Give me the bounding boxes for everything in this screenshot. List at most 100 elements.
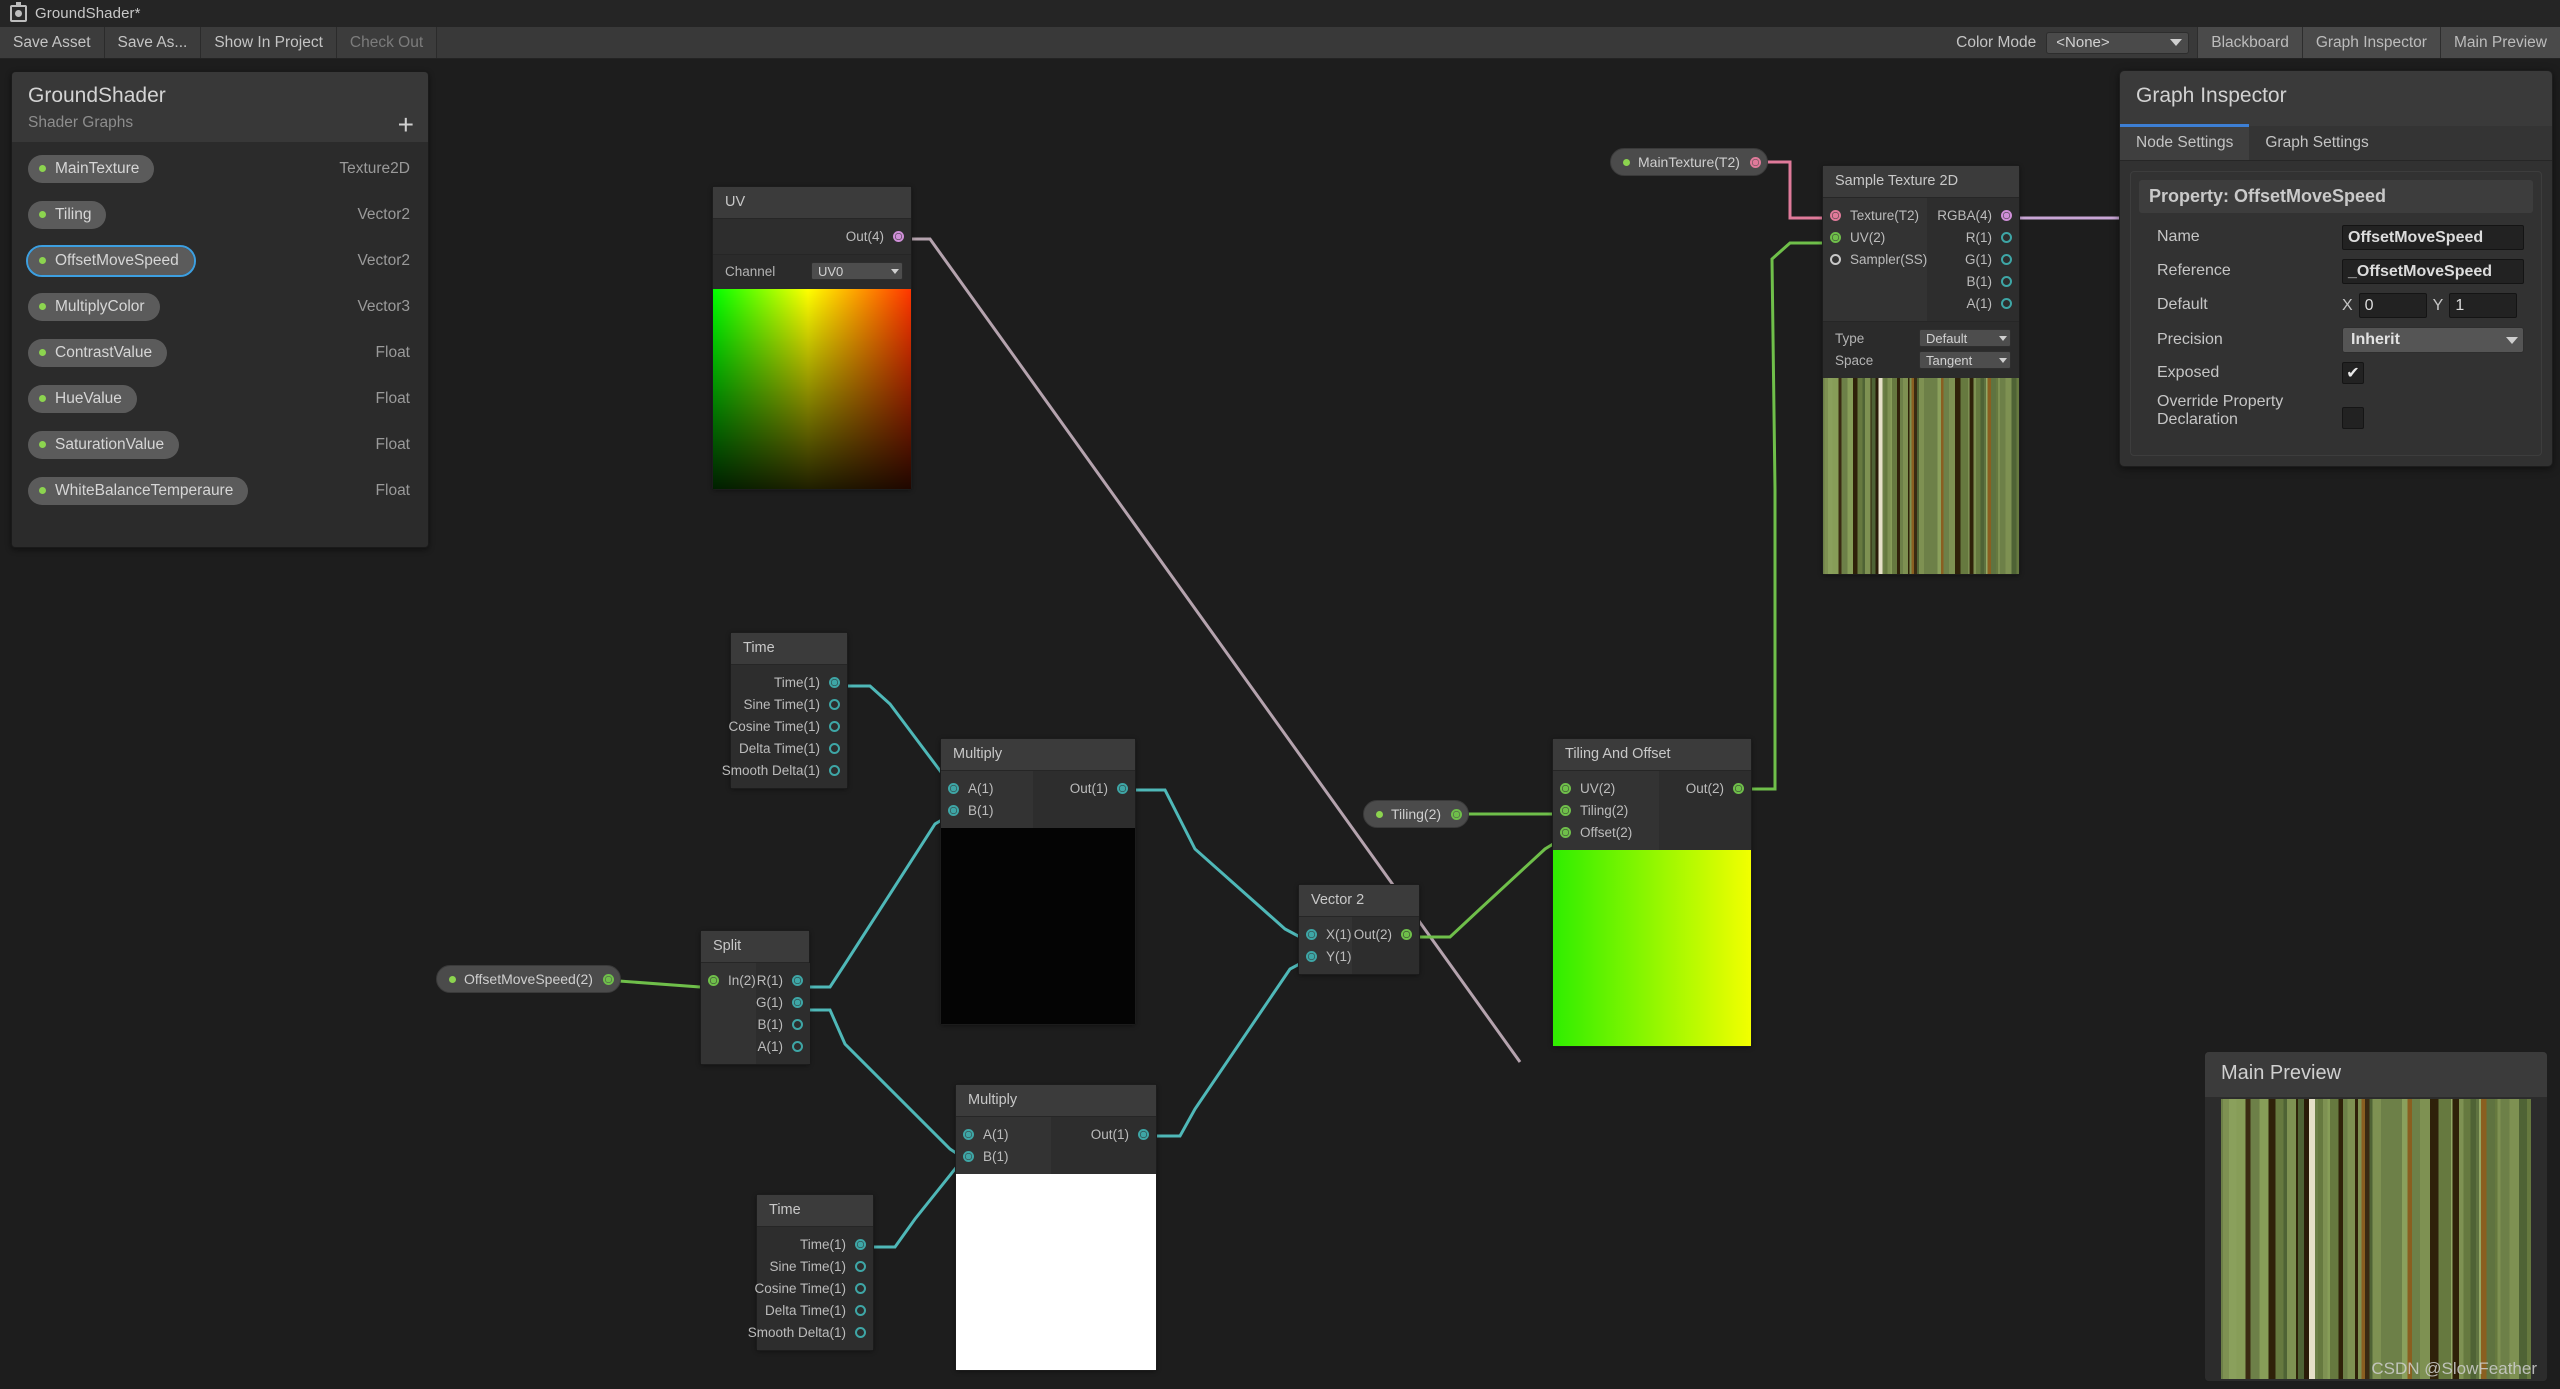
port-slot-icon[interactable] — [1117, 782, 1128, 794]
property-pill[interactable]: MainTexture — [28, 154, 155, 183]
port-slot-icon[interactable] — [829, 698, 840, 710]
port-a[interactable]: A(1) — [756, 1035, 810, 1057]
save-asset-button[interactable]: Save Asset — [0, 27, 105, 58]
exposed-checkbox[interactable]: ✔ — [2342, 362, 2364, 384]
property-pill[interactable]: MultiplyColor — [28, 292, 160, 321]
default-x-input[interactable]: 0 — [2358, 293, 2427, 318]
port-in[interactable]: In(2) — [701, 969, 756, 991]
port-tiling[interactable]: Tiling(2) — [1553, 799, 1659, 821]
name-input[interactable]: OffsetMoveSpeed — [2342, 225, 2524, 250]
node-time-bottom[interactable]: Time Time(1) Sine Time(1) Cosine Time(1) — [748, 1194, 874, 1351]
port-uv[interactable]: UV(2) — [1553, 777, 1659, 799]
port-slot-icon[interactable] — [893, 230, 904, 242]
port-slot-icon[interactable] — [1830, 253, 1841, 265]
port-b[interactable]: B(1) — [941, 799, 1033, 821]
property-node-maintexture[interactable]: MainTexture(T2) — [1610, 148, 1768, 176]
add-property-button[interactable]: + — [398, 111, 414, 139]
blackboard-item-huevalue[interactable]: HueValue Float — [22, 383, 418, 414]
setting-type[interactable]: Type Default — [1831, 327, 2011, 349]
port-slot-icon[interactable] — [963, 1150, 974, 1162]
save-as-button[interactable]: Save As... — [104, 27, 202, 58]
reference-input[interactable]: _OffsetMoveSpeed — [2342, 259, 2524, 284]
blackboard-item-contrastvalue[interactable]: ContrastValue Float — [22, 337, 418, 368]
node-uv[interactable]: UV Out(4) Channel UV0 — [712, 186, 912, 490]
port-out[interactable]: Out(1) — [1051, 1123, 1156, 1145]
blackboard-item-tiling[interactable]: Tiling Vector2 — [22, 199, 418, 230]
main-preview-toggle[interactable]: Main Preview — [2439, 27, 2560, 58]
port-x[interactable]: X(1) — [1299, 923, 1352, 945]
port-y[interactable]: Y(1) — [1299, 945, 1352, 967]
port-uv[interactable]: UV(2) — [1823, 226, 1927, 248]
port-slot-icon[interactable] — [1560, 782, 1571, 794]
channel-dropdown[interactable]: UV0 — [811, 262, 903, 280]
port-slot-icon[interactable] — [1733, 782, 1744, 794]
port-b[interactable]: B(1) — [956, 1145, 1051, 1167]
space-dropdown[interactable]: Tangent — [1919, 351, 2011, 369]
port-time[interactable]: Time(1) — [757, 1233, 873, 1255]
port-slot-icon[interactable] — [792, 974, 803, 986]
default-y-input[interactable]: 1 — [2449, 293, 2518, 318]
port-slot-icon[interactable] — [1306, 950, 1317, 962]
port-out[interactable]: Out(1) — [1033, 777, 1135, 799]
port-sine-time[interactable]: Sine Time(1) — [757, 1255, 873, 1277]
node-vector2[interactable]: Vector 2 X(1) Y(1) Out(2) — [1298, 884, 1420, 975]
port-slot-icon[interactable] — [792, 1040, 803, 1052]
node-multiply-bottom[interactable]: Multiply A(1) B(1) Out(1) — [955, 1084, 1157, 1371]
port-slot-icon[interactable] — [2001, 275, 2012, 287]
port-slot-icon[interactable] — [2001, 253, 2012, 265]
property-pill[interactable]: ContrastValue — [28, 338, 168, 367]
node-tiling-and-offset[interactable]: Tiling And Offset UV(2) Tiling(2) Offset… — [1552, 738, 1752, 1047]
port-slot-icon[interactable] — [1138, 1128, 1149, 1140]
property-pill-selected[interactable]: OffsetMoveSpeed — [26, 244, 196, 277]
port-cosine-time[interactable]: Cosine Time(1) — [754, 1277, 873, 1299]
port-slot-icon[interactable] — [1401, 928, 1412, 940]
port-slot-icon[interactable] — [829, 720, 840, 732]
port-slot-icon[interactable] — [855, 1326, 866, 1338]
port-slot-icon[interactable] — [1560, 826, 1571, 838]
type-dropdown[interactable]: Default — [1919, 329, 2011, 347]
port-out[interactable]: Out(2) — [1352, 923, 1419, 945]
blackboard-item-whitebalancetemperaure[interactable]: WhiteBalanceTemperaure Float — [22, 475, 418, 506]
port-slot-icon[interactable] — [855, 1238, 866, 1250]
port-a[interactable]: A(1) — [956, 1123, 1051, 1145]
port-slot-icon[interactable] — [2001, 209, 2012, 221]
blackboard-item-saturationvalue[interactable]: SaturationValue Float — [22, 429, 418, 460]
port-slot-icon[interactable] — [1560, 804, 1571, 816]
port-slot-icon[interactable] — [1830, 209, 1841, 221]
port-a[interactable]: A(1) — [941, 777, 1033, 799]
port-delta-time[interactable]: Delta Time(1) — [757, 1299, 873, 1321]
blackboard-item-offsetmovespeed[interactable]: OffsetMoveSpeed Vector2 — [22, 244, 418, 277]
port-slot-icon[interactable] — [602, 973, 614, 985]
precision-dropdown[interactable]: Inherit — [2342, 327, 2524, 353]
port-sampler[interactable]: Sampler(SS) — [1823, 248, 1927, 270]
tab-graph-settings[interactable]: Graph Settings — [2249, 126, 2384, 160]
node-time-top[interactable]: Time Time(1) Sine Time(1) Cosine Time(1) — [722, 632, 848, 789]
port-rgba[interactable]: RGBA(4) — [1927, 204, 2019, 226]
port-slot-icon[interactable] — [855, 1260, 866, 1272]
port-slot-icon[interactable] — [1749, 156, 1761, 168]
blackboard-toggle[interactable]: Blackboard — [2197, 27, 2302, 58]
port-slot-icon[interactable] — [1306, 928, 1317, 940]
port-slot-icon[interactable] — [1830, 231, 1841, 243]
property-pill[interactable]: SaturationValue — [28, 430, 180, 459]
port-out[interactable]: Out(2) — [1659, 777, 1751, 799]
blackboard-item-maintexture[interactable]: MainTexture Texture2D — [22, 153, 418, 184]
setting-channel[interactable]: Channel UV0 — [721, 260, 903, 282]
node-multiply-top[interactable]: Multiply A(1) B(1) Out(1) — [940, 738, 1136, 1025]
port-offset[interactable]: Offset(2) — [1553, 821, 1659, 843]
port-b[interactable]: B(1) — [1927, 270, 2019, 292]
node-sample-texture-2d[interactable]: Sample Texture 2D Texture(T2) UV(2) Samp… — [1822, 165, 2020, 575]
port-cosine-time[interactable]: Cosine Time(1) — [728, 715, 847, 737]
port-g[interactable]: G(1) — [1927, 248, 2019, 270]
port-slot-icon[interactable] — [792, 996, 803, 1008]
port-slot-icon[interactable] — [963, 1128, 974, 1140]
port-slot-icon[interactable] — [792, 1018, 803, 1030]
port-slot-icon[interactable] — [708, 974, 719, 986]
tab-node-settings[interactable]: Node Settings — [2120, 124, 2250, 160]
port-slot-icon[interactable] — [948, 804, 959, 816]
port-r[interactable]: R(1) — [756, 969, 810, 991]
port-slot-icon[interactable] — [855, 1282, 866, 1294]
port-g[interactable]: G(1) — [756, 991, 810, 1013]
port-slot-icon[interactable] — [2001, 231, 2012, 243]
override-checkbox[interactable] — [2342, 407, 2364, 429]
